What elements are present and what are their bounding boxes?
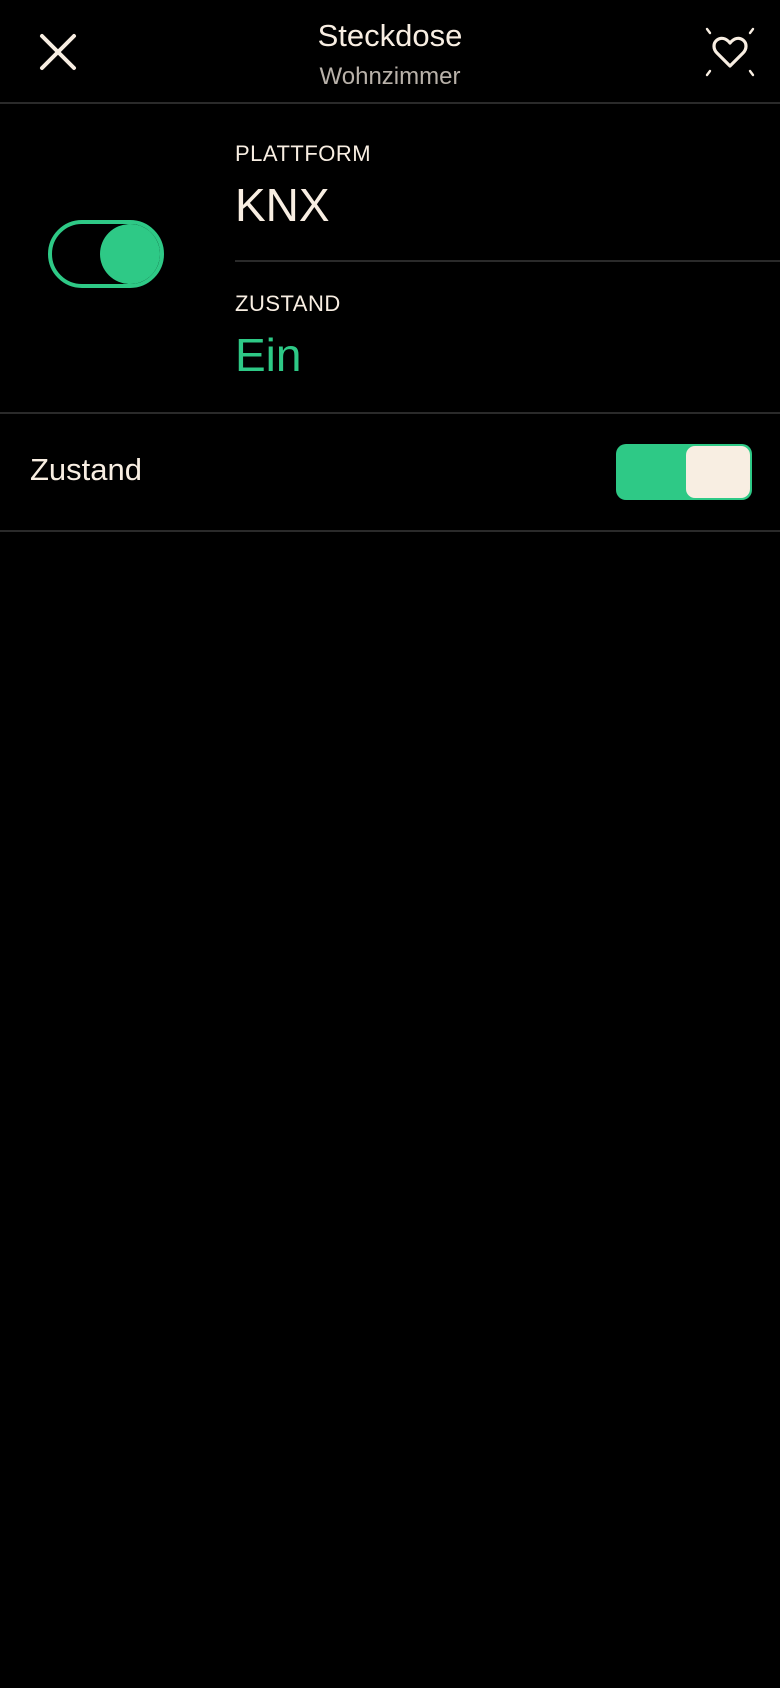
toggle-knob [100,224,160,284]
close-icon [40,34,76,70]
state-value: Ein [235,329,302,381]
page-title: Steckdose [317,18,463,53]
state-control-row: Zustand [0,414,780,532]
state-row-label: Zustand [30,452,143,487]
device-info-section: PLATTFORM KNX ZUSTAND Ein [0,104,780,414]
state-switch[interactable] [616,444,752,500]
favorite-button[interactable] [704,26,756,78]
device-power-toggle[interactable] [48,220,164,288]
platform-field: PLATTFORM KNX [235,140,780,262]
state-field: ZUSTAND Ein [235,290,780,400]
switch-thumb [686,446,750,498]
heart-sparkle-icon [705,27,755,77]
platform-label: PLATTFORM [235,141,372,166]
title-group: Steckdose Wohnzimmer [140,16,640,94]
state-label: ZUSTAND [235,291,341,316]
room-subtitle: Wohnzimmer [319,63,461,90]
close-button[interactable] [36,30,80,74]
top-app-bar: Steckdose Wohnzimmer [0,0,780,104]
platform-value: KNX [235,179,330,231]
